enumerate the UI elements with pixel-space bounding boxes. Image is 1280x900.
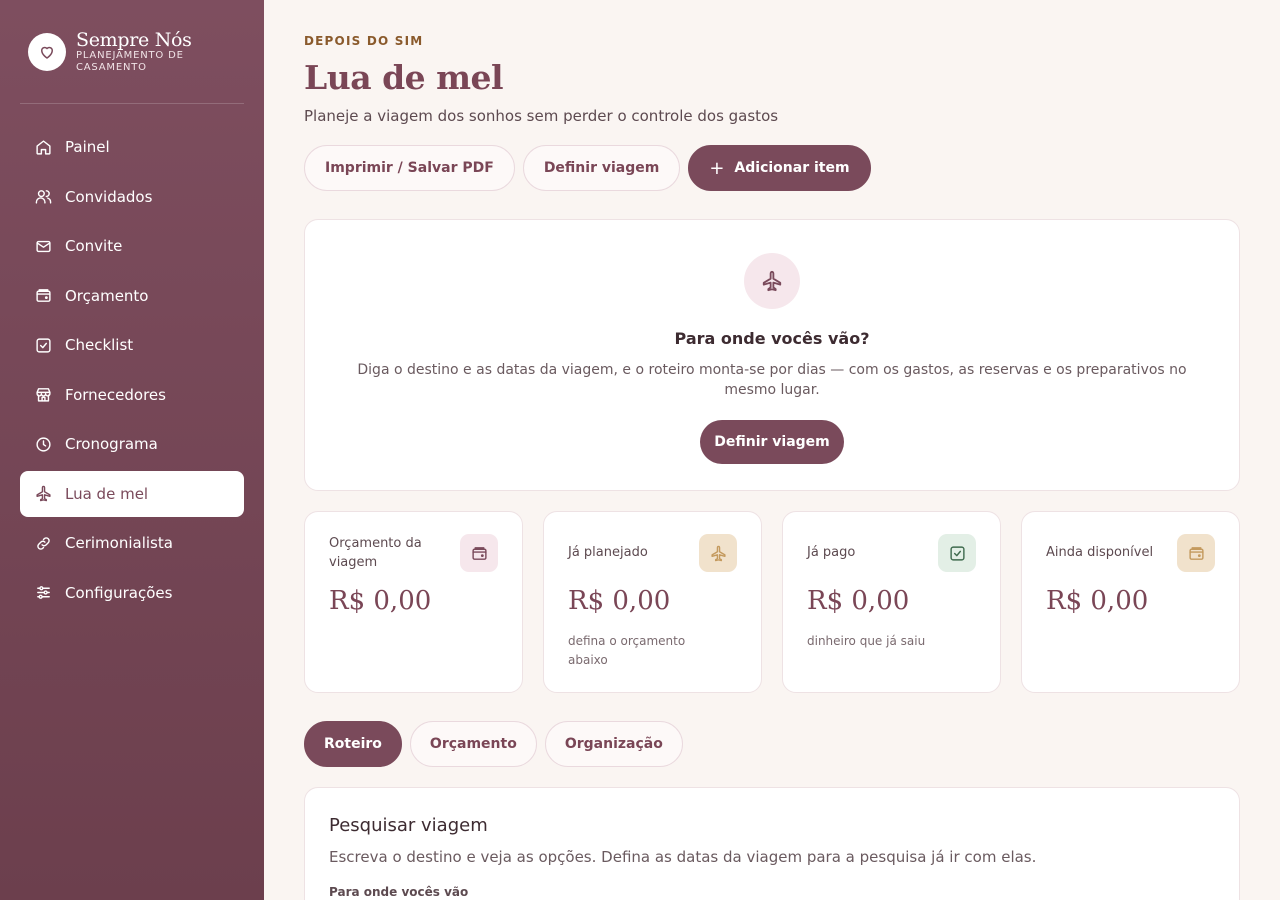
sidebar-item-cronograma[interactable]: Cronograma xyxy=(20,421,244,467)
define-trip-cta-button[interactable]: Definir viagem xyxy=(700,420,844,464)
add-item-button[interactable]: + Adicionar item xyxy=(688,145,871,191)
stat-card-paid: Já pago R$ 0,00 dinheiro que já saiu xyxy=(782,511,1001,693)
stat-value: R$ 0,00 xyxy=(568,586,671,616)
stat-value: R$ 0,00 xyxy=(329,586,432,616)
stat-note: dinheiro que já saiu xyxy=(807,634,926,648)
brand[interactable]: Sempre Nós PLANEJAMENTO DE CASAMENTO xyxy=(28,30,206,74)
store-icon xyxy=(36,388,51,402)
sidebar-item-convidados[interactable]: Convidados xyxy=(20,174,244,220)
sidebar-item-convite[interactable]: Convite xyxy=(20,223,244,269)
brand-name: Sempre Nós xyxy=(76,29,192,51)
destination-text: Diga o destino e as datas da viagem, e o… xyxy=(357,362,1187,398)
plane-icon xyxy=(744,253,800,309)
mail-icon xyxy=(36,240,51,252)
destination-field-label: Para onde vocês vão xyxy=(329,885,469,899)
sidebar-item-label: Cerimonialista xyxy=(65,534,173,552)
stat-value: R$ 0,00 xyxy=(807,586,910,616)
tab-roteiro[interactable]: Roteiro xyxy=(304,721,402,767)
page-title: Lua de mel xyxy=(304,58,504,97)
sidebar-nav: Painel Convidados Convite Orçamento Chec… xyxy=(20,124,244,619)
sidebar-item-label: Checklist xyxy=(65,336,134,354)
tab-orcamento[interactable]: Orçamento xyxy=(409,721,537,767)
search-description: Escreva o destino e veja as opções. Defi… xyxy=(329,848,1037,866)
define-trip-button[interactable]: Definir viagem xyxy=(522,145,681,191)
sliders-icon xyxy=(37,586,50,599)
wallet-icon xyxy=(1177,534,1215,572)
section-tabs: Roteiro Orçamento Organização xyxy=(304,721,691,767)
stat-label: Orçamento da viagem xyxy=(329,536,422,570)
sidebar-item-cerimonialista[interactable]: Cerimonialista xyxy=(20,520,244,566)
clock-icon xyxy=(36,436,51,452)
sidebar-item-orcamento[interactable]: Orçamento xyxy=(20,273,244,319)
plane-icon xyxy=(36,485,51,502)
sidebar-item-label: Orçamento xyxy=(65,286,149,305)
wallet-icon xyxy=(460,534,498,572)
page-subtitle: Planeje a viagem dos sonhos sem perder o… xyxy=(304,107,779,125)
destination-title: Para onde vocês vão? xyxy=(674,329,870,348)
action-bar: Imprimir / Salvar PDF Definir viagem + A… xyxy=(304,145,879,191)
heart-icon xyxy=(28,33,66,71)
sidebar-item-fornecedores[interactable]: Fornecedores xyxy=(20,372,244,418)
sidebar-item-lua-de-mel[interactable]: Lua de mel xyxy=(20,470,244,517)
sidebar-item-painel[interactable]: Painel xyxy=(20,124,244,170)
stat-card-planned: Já planejado R$ 0,00 defina o orçamento … xyxy=(543,511,762,693)
sidebar: Sempre Nós PLANEJAMENTO DE CASAMENTO Pai… xyxy=(0,0,264,900)
sidebar-item-label: Painel xyxy=(65,138,110,156)
stat-card-budget: Orçamento da viagem R$ 0,00 xyxy=(304,511,523,693)
plane-icon xyxy=(699,534,737,572)
users-icon xyxy=(35,190,52,204)
stat-label: Já pago xyxy=(807,545,856,560)
stat-card-available: Ainda disponível R$ 0,00 xyxy=(1021,511,1240,693)
sidebar-item-configuracoes[interactable]: Configurações xyxy=(20,570,244,616)
destination-card: Para onde vocês vão? Diga o destino e as… xyxy=(304,219,1240,491)
sidebar-item-label: Convite xyxy=(65,237,123,255)
home-icon xyxy=(36,139,51,155)
sidebar-divider xyxy=(20,103,244,104)
page-eyebrow: DEPOIS DO SIM xyxy=(304,34,424,48)
stat-note: defina o orçamento abaixo xyxy=(568,634,686,667)
stat-label: Ainda disponível xyxy=(1046,545,1154,560)
add-item-label: Adicionar item xyxy=(734,160,850,176)
brand-subtitle: PLANEJAMENTO DE CASAMENTO xyxy=(76,50,184,73)
search-title: Pesquisar viagem xyxy=(329,815,488,836)
stat-value: R$ 0,00 xyxy=(1046,586,1149,616)
trip-search-card: Pesquisar viagem Escreva o destino e vej… xyxy=(304,787,1240,900)
print-pdf-button[interactable]: Imprimir / Salvar PDF xyxy=(304,145,515,191)
plus-icon: + xyxy=(709,157,725,179)
sidebar-item-label: Cronograma xyxy=(65,435,158,453)
sidebar-item-label: Convidados xyxy=(65,187,153,206)
tab-organizacao[interactable]: Organização xyxy=(544,721,683,767)
check-square-icon xyxy=(36,337,51,353)
link-icon xyxy=(37,536,50,550)
wallet-icon xyxy=(36,289,51,302)
check-square-icon xyxy=(938,534,976,572)
sidebar-item-label: Fornecedores xyxy=(65,385,166,404)
stat-label: Já planejado xyxy=(568,545,648,560)
sidebar-item-label: Lua de mel xyxy=(65,484,149,503)
sidebar-item-checklist[interactable]: Checklist xyxy=(20,322,244,368)
sidebar-item-label: Configurações xyxy=(65,583,173,602)
